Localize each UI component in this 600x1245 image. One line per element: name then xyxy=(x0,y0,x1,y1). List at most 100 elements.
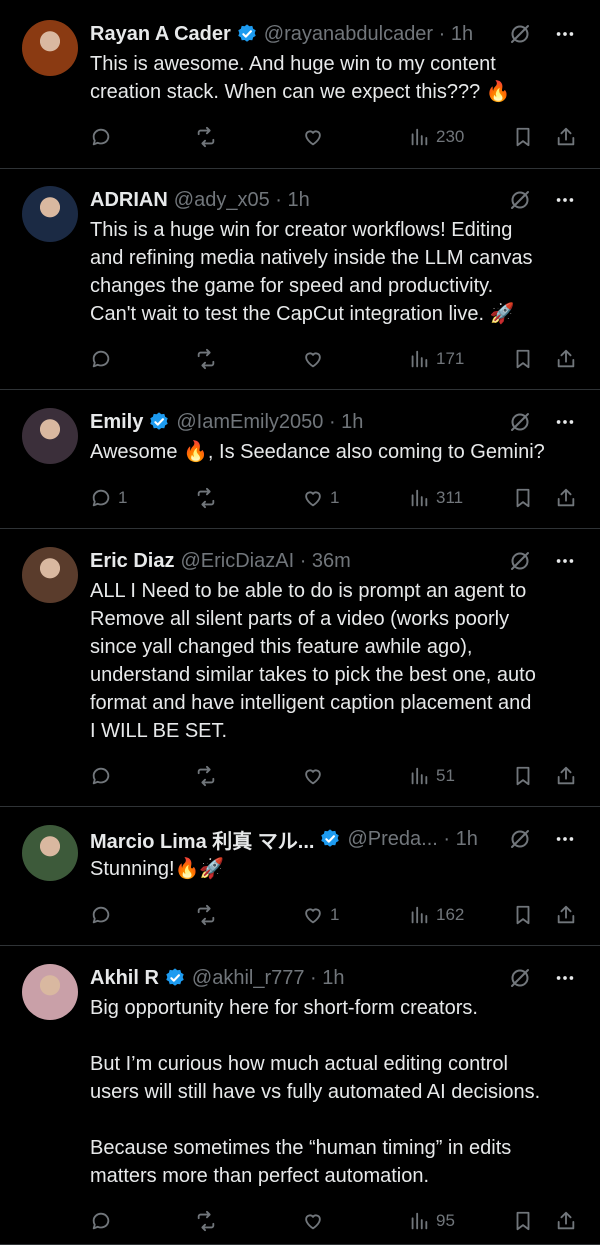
views-count: 230 xyxy=(436,127,465,146)
like-button[interactable] xyxy=(302,126,330,148)
tweet[interactable]: Akhil R @akhil_r777 · 1h Big opportunity h… xyxy=(0,946,600,1245)
reply-button[interactable] xyxy=(90,904,118,926)
author-name[interactable]: Emily xyxy=(90,411,143,434)
avatar[interactable] xyxy=(22,825,78,881)
share-icon xyxy=(555,765,577,787)
tweet-text: Awesome 🔥, Is Seedance also coming to Ge… xyxy=(90,441,545,463)
share-button[interactable] xyxy=(555,765,577,787)
like-button[interactable] xyxy=(302,1210,330,1232)
bookmark-button[interactable] xyxy=(512,348,534,370)
author-handle-time[interactable]: @rayanabdulcader · 1h xyxy=(264,23,473,46)
views-chart-icon xyxy=(408,765,430,787)
avatar[interactable] xyxy=(22,964,78,1020)
share-icon xyxy=(555,904,577,926)
reply-icon xyxy=(90,126,112,148)
heart-icon xyxy=(302,1210,324,1232)
retweet-icon xyxy=(195,487,217,509)
like-button[interactable]: 1 xyxy=(302,487,339,509)
tweet-actions: 171 xyxy=(90,345,578,373)
tweet-actions: 1 162 xyxy=(90,901,578,929)
share-button[interactable] xyxy=(555,126,577,148)
retweet-icon xyxy=(195,904,217,926)
bookmark-button[interactable] xyxy=(512,904,534,926)
reply-icon xyxy=(90,487,112,509)
tweet-text: ALL I Need to be able to do is prompt an… xyxy=(90,580,536,742)
grok-icon[interactable] xyxy=(508,827,532,851)
share-button[interactable] xyxy=(555,487,577,509)
tweet-actions: 95 xyxy=(90,1207,578,1235)
grok-icon[interactable] xyxy=(508,22,532,46)
more-options-icon[interactable] xyxy=(554,828,576,850)
avatar[interactable] xyxy=(22,408,78,464)
retweet-button[interactable] xyxy=(195,348,217,370)
share-button[interactable] xyxy=(555,904,577,926)
views-button[interactable]: 171 xyxy=(408,348,464,370)
reply-button[interactable] xyxy=(90,765,118,787)
bookmark-icon xyxy=(512,1210,534,1232)
more-options-icon[interactable] xyxy=(554,967,576,989)
author-name[interactable]: Marcio Lima 利真 マル... xyxy=(90,825,314,854)
replies-count: 1 xyxy=(118,488,128,507)
tweet-header: Rayan A Cader @rayanabdulcader · 1h xyxy=(90,20,588,48)
author-handle-time[interactable]: @EricDiazAI · 36m xyxy=(180,550,350,573)
retweet-button[interactable] xyxy=(195,904,217,926)
views-button[interactable]: 230 xyxy=(408,126,464,148)
tweet-header: Akhil R @akhil_r777 · 1h xyxy=(90,964,588,992)
grok-icon[interactable] xyxy=(508,966,532,990)
tweet[interactable]: Marcio Lima 利真 マル... @Preda... · 1h Stunni… xyxy=(0,807,600,946)
author-name[interactable]: ADRIAN xyxy=(90,189,168,212)
retweet-button[interactable] xyxy=(195,487,217,509)
avatar[interactable] xyxy=(22,20,78,76)
views-button[interactable]: 95 xyxy=(408,1210,455,1232)
author-handle-time[interactable]: @ady_x05 · 1h xyxy=(174,189,310,212)
reply-button[interactable]: 1 xyxy=(90,487,127,509)
more-options-icon[interactable] xyxy=(554,550,576,572)
like-button[interactable] xyxy=(302,765,330,787)
views-count: 162 xyxy=(436,905,465,924)
tweet-header: Eric Diaz @EricDiazAI · 36m xyxy=(90,547,588,575)
retweet-button[interactable] xyxy=(195,1210,217,1232)
share-button[interactable] xyxy=(555,348,577,370)
bookmark-button[interactable] xyxy=(512,126,534,148)
reply-button[interactable] xyxy=(90,1210,118,1232)
author-handle-time[interactable]: @Preda... · 1h xyxy=(347,828,477,851)
bookmark-button[interactable] xyxy=(512,487,534,509)
grok-icon[interactable] xyxy=(508,549,532,573)
tweet[interactable]: Rayan A Cader @rayanabdulcader · 1h This i… xyxy=(0,0,600,169)
views-button[interactable]: 51 xyxy=(408,765,455,787)
like-button[interactable] xyxy=(302,348,330,370)
views-count: 95 xyxy=(436,1211,455,1230)
bookmark-icon xyxy=(512,487,534,509)
tweet-actions: 51 xyxy=(90,762,578,790)
retweet-button[interactable] xyxy=(195,126,217,148)
author-name[interactable]: Rayan A Cader xyxy=(90,23,231,46)
more-options-icon[interactable] xyxy=(554,189,576,211)
reply-button[interactable] xyxy=(90,348,118,370)
more-options-icon[interactable] xyxy=(554,23,576,45)
bookmark-icon xyxy=(512,126,534,148)
grok-icon[interactable] xyxy=(508,188,532,212)
more-options-icon[interactable] xyxy=(554,411,576,433)
reply-button[interactable] xyxy=(90,126,118,148)
views-chart-icon xyxy=(408,126,430,148)
views-button[interactable]: 311 xyxy=(408,487,463,509)
author-handle-time[interactable]: @akhil_r777 · 1h xyxy=(192,967,345,990)
bookmark-button[interactable] xyxy=(512,765,534,787)
author-name[interactable]: Eric Diaz xyxy=(90,550,174,573)
tweet[interactable]: Emily @IamEmily2050 · 1h Awesome 🔥, Is See… xyxy=(0,390,600,529)
like-button[interactable]: 1 xyxy=(302,904,339,926)
author-handle-time[interactable]: @IamEmily2050 · 1h xyxy=(176,411,363,434)
tweet[interactable]: Eric Diaz @EricDiazAI · 36m ALL I Need to … xyxy=(0,529,600,807)
avatar[interactable] xyxy=(22,547,78,603)
retweet-button[interactable] xyxy=(195,765,217,787)
share-button[interactable] xyxy=(555,1210,577,1232)
retweet-icon xyxy=(195,348,217,370)
views-button[interactable]: 162 xyxy=(408,904,464,926)
bookmark-button[interactable] xyxy=(512,1210,534,1232)
tweet-text: Big opportunity here for short-form crea… xyxy=(90,997,541,1187)
author-name[interactable]: Akhil R xyxy=(90,967,159,990)
grok-icon[interactable] xyxy=(508,410,532,434)
tweet[interactable]: ADRIAN @ady_x05 · 1h This is a huge win fo… xyxy=(0,169,600,390)
avatar[interactable] xyxy=(22,186,78,242)
heart-icon xyxy=(302,348,324,370)
